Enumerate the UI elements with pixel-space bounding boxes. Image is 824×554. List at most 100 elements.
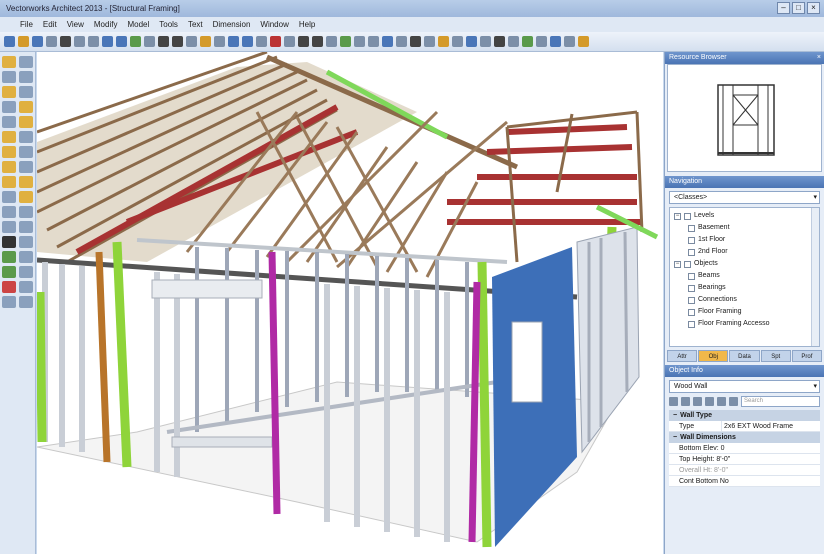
symbol-tool-icon[interactable]	[19, 206, 33, 218]
front-view-icon[interactable]	[256, 36, 267, 47]
property-row-cont-bottom[interactable]: Cont Bottom No	[669, 476, 820, 487]
roof-tool-icon[interactable]	[2, 146, 16, 158]
print-icon[interactable]	[46, 36, 57, 47]
sweep-tool-icon[interactable]	[2, 266, 16, 278]
beam-icon[interactable]	[396, 36, 407, 47]
tree-item-2nd-floor[interactable]: 2nd Floor	[674, 246, 819, 258]
property-row-overall-height[interactable]: Overall Ht: 8'-0"	[669, 465, 820, 476]
tab-data[interactable]: Data	[729, 350, 760, 362]
beam-tool-icon[interactable]	[19, 161, 33, 173]
zoom-icon[interactable]	[172, 36, 183, 47]
loft-tool-icon[interactable]	[19, 266, 33, 278]
expand-all-icon[interactable]	[693, 397, 702, 406]
tab-attributes[interactable]: Attr	[667, 350, 698, 362]
wall-type-section[interactable]: − Wall Type	[669, 410, 820, 421]
collapse-icon[interactable]: −	[673, 410, 677, 421]
extrude-tool-icon[interactable]	[19, 251, 33, 263]
collapse-all-icon[interactable]	[705, 397, 714, 406]
property-row-bottom-elev[interactable]: Bottom Elev: 0	[669, 443, 820, 454]
render-icon[interactable]	[200, 36, 211, 47]
light-icon[interactable]	[438, 36, 449, 47]
tree-item-objects[interactable]: − Objects	[674, 258, 819, 270]
checkbox[interactable]	[688, 272, 695, 280]
worksheet-icon[interactable]	[522, 36, 533, 47]
camera-tool-icon[interactable]	[2, 296, 16, 308]
mirror-tool-icon[interactable]	[19, 236, 33, 248]
tree-item-connections[interactable]: Connections	[674, 294, 819, 306]
sort-icon[interactable]	[669, 397, 678, 406]
landscape-tool-icon[interactable]	[19, 281, 33, 293]
close-button[interactable]: ×	[807, 2, 820, 14]
column-tool-icon[interactable]	[2, 161, 16, 173]
collapse-icon[interactable]: −	[674, 260, 681, 268]
view-icon[interactable]	[214, 36, 225, 47]
roof-tool-icon[interactable]	[312, 36, 323, 47]
checkbox[interactable]	[688, 308, 695, 316]
iso-view-icon[interactable]	[242, 36, 253, 47]
circle-tool-icon[interactable]	[2, 86, 16, 98]
help-icon[interactable]	[578, 36, 589, 47]
maximize-button[interactable]: □	[792, 2, 805, 14]
settings-icon[interactable]	[564, 36, 575, 47]
section-icon[interactable]	[466, 36, 477, 47]
grid-icon[interactable]	[284, 36, 295, 47]
stud-icon[interactable]	[354, 36, 365, 47]
3d-viewport[interactable]	[37, 52, 663, 554]
report-icon[interactable]	[536, 36, 547, 47]
dimension-icon[interactable]	[480, 36, 491, 47]
checkbox[interactable]	[688, 320, 695, 328]
zoom-fit-icon[interactable]	[186, 36, 197, 47]
tab-object-info[interactable]: Obj	[698, 350, 729, 362]
minimize-button[interactable]: –	[777, 2, 790, 14]
menu-help[interactable]: Help	[299, 20, 315, 29]
line-tool-icon[interactable]	[2, 71, 16, 83]
save-icon[interactable]	[32, 36, 43, 47]
checkbox[interactable]	[684, 260, 691, 268]
menu-window[interactable]: Window	[260, 20, 288, 29]
wall-tool-icon[interactable]	[298, 36, 309, 47]
funnel-icon[interactable]	[729, 397, 738, 406]
properties-search-input[interactable]: Search	[741, 396, 820, 407]
framing-icon[interactable]	[340, 36, 351, 47]
wall-tool-icon[interactable]	[19, 116, 33, 128]
menu-edit[interactable]: Edit	[43, 20, 57, 29]
arc-tool-icon[interactable]	[19, 86, 33, 98]
truss-tool-icon[interactable]	[2, 191, 16, 203]
pan-tool-icon[interactable]	[19, 56, 33, 68]
property-row-type[interactable]: Type 2x6 EXT Wood Frame	[669, 421, 820, 432]
object-type-dropdown[interactable]: Wood Wall ▾	[669, 380, 820, 393]
wall-dimensions-section[interactable]: − Wall Dimensions	[669, 432, 820, 443]
menu-dimension[interactable]: Dimension	[213, 20, 251, 29]
joist-tool-icon[interactable]	[2, 206, 16, 218]
collapse-icon[interactable]: −	[674, 212, 681, 220]
copy-icon[interactable]	[74, 36, 85, 47]
menu-text[interactable]: Text	[188, 20, 203, 29]
window-tool-icon[interactable]	[19, 131, 33, 143]
layer-icon[interactable]	[130, 36, 141, 47]
tree-item-beams[interactable]: Beams	[674, 270, 819, 282]
close-icon[interactable]: ×	[817, 52, 821, 64]
door-tool-icon[interactable]	[2, 131, 16, 143]
framing-tool-icon[interactable]	[19, 176, 33, 188]
filter-icon[interactable]	[681, 397, 690, 406]
snap-icon[interactable]	[270, 36, 281, 47]
stud-tool-icon[interactable]	[19, 191, 33, 203]
checkbox[interactable]	[688, 284, 695, 292]
rectangle-tool-icon[interactable]	[19, 71, 33, 83]
tree-item-floor-framing[interactable]: Floor Framing	[674, 306, 819, 318]
menu-model[interactable]: Model	[127, 20, 149, 29]
eyedropper-tool-icon[interactable]	[2, 236, 16, 248]
property-row-top-height[interactable]: Top Height: 8'-0"	[669, 454, 820, 465]
polygon-tool-icon[interactable]	[2, 101, 16, 113]
checkbox[interactable]	[688, 248, 695, 256]
camera-icon[interactable]	[452, 36, 463, 47]
joist-icon[interactable]	[368, 36, 379, 47]
slab-tool-icon[interactable]	[2, 176, 16, 188]
hatch-tool-icon[interactable]	[19, 221, 33, 233]
dimension-tool-icon[interactable]	[2, 221, 16, 233]
text-icon[interactable]	[494, 36, 505, 47]
tree-item-floor-framing-accessories[interactable]: Floor Framing Accesso	[674, 318, 819, 330]
flyover-icon[interactable]	[410, 36, 421, 47]
collapse-icon[interactable]: −	[673, 432, 677, 443]
checkbox[interactable]	[684, 212, 691, 220]
